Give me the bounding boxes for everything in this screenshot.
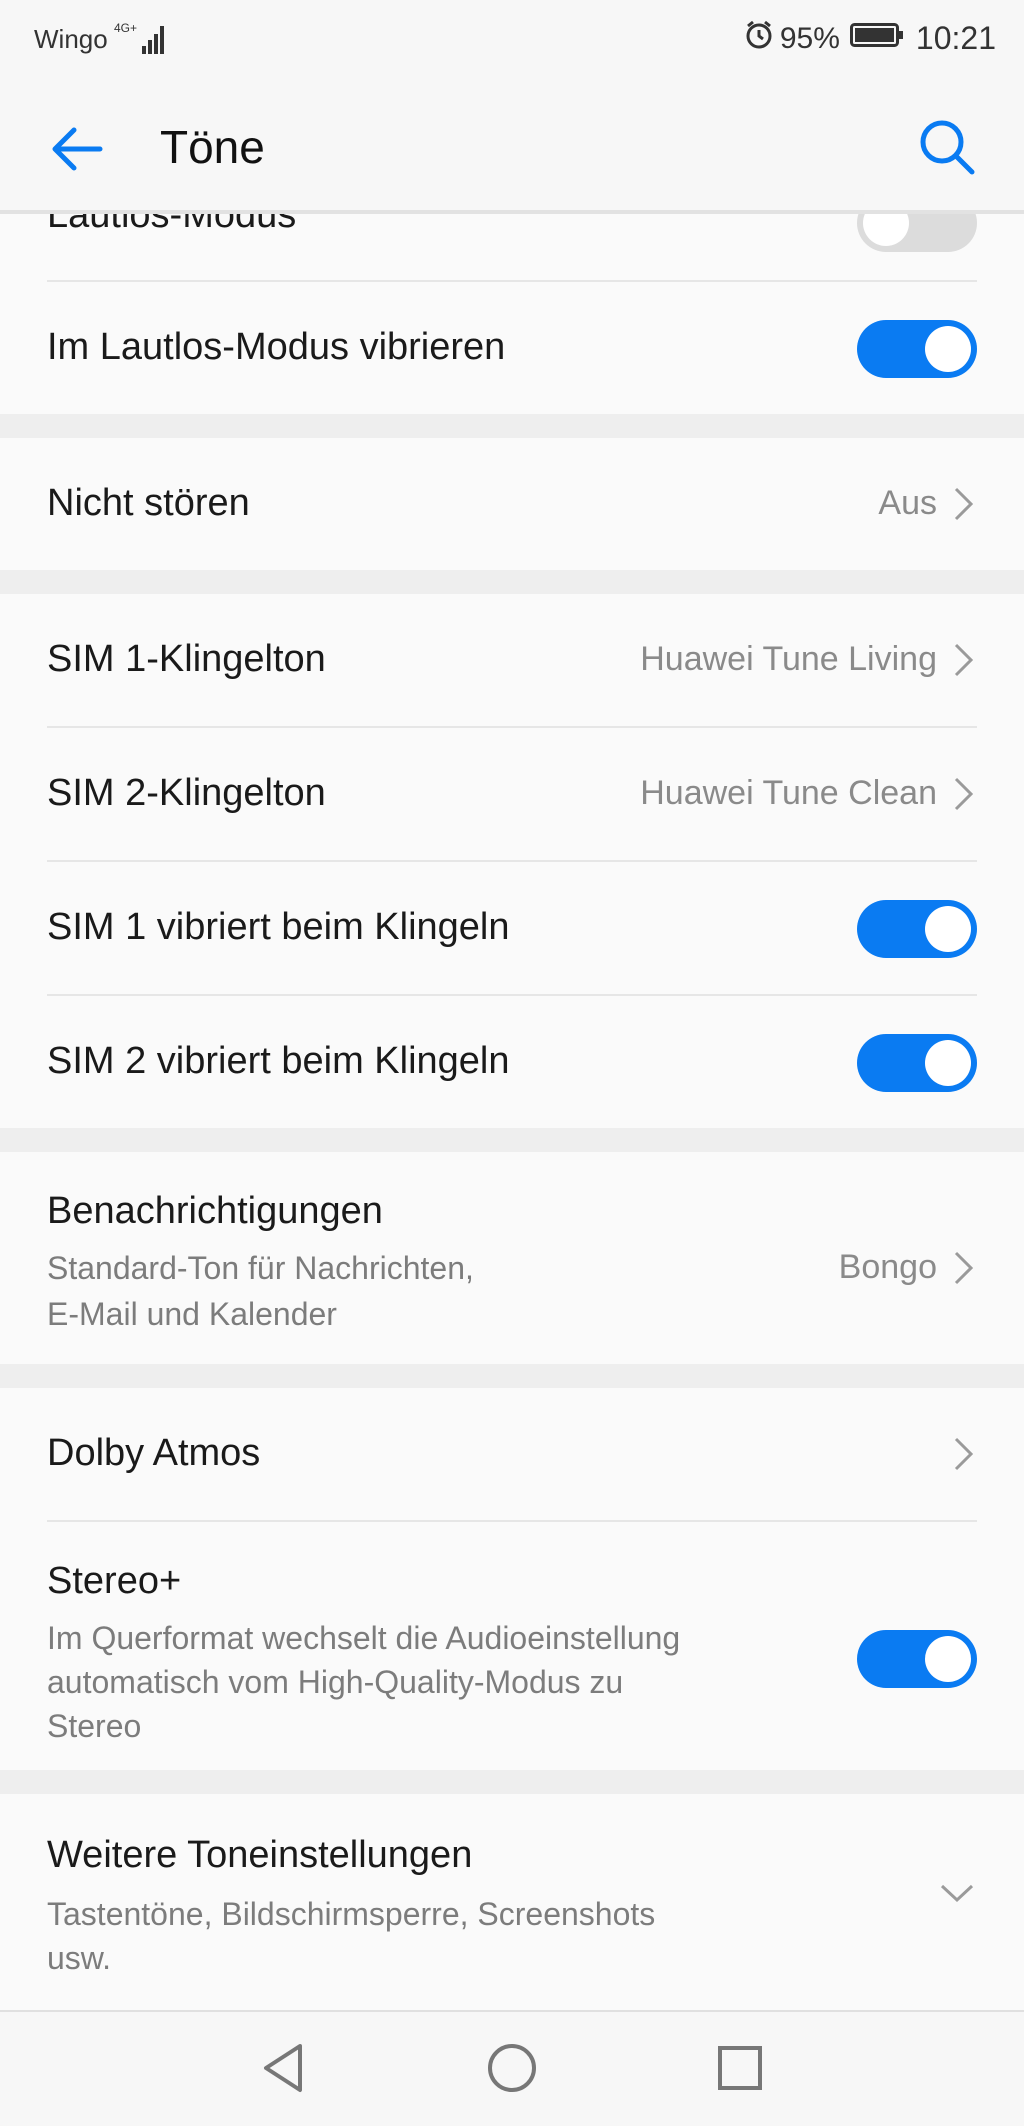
row-value: Aus: [878, 484, 937, 522]
row-label: Dolby Atmos: [47, 1432, 261, 1474]
settings-list: Lautlos-Modus Im Lautlos-Modus vibrieren…: [0, 210, 1024, 2016]
search-icon: [920, 120, 975, 175]
row-label: Stereo+: [47, 1560, 182, 1602]
alarm-icon: [744, 20, 774, 57]
search-button[interactable]: [916, 116, 978, 178]
navigation-bar: [0, 2010, 1024, 2126]
network-type: 4G+: [114, 21, 137, 35]
row-value: Huawei Tune Living: [640, 640, 937, 678]
row-value: Huawei Tune Clean: [640, 774, 937, 812]
toggle-knob: [925, 906, 971, 952]
row-label: SIM 1-Klingelton: [47, 638, 326, 680]
row-stereo-plus[interactable]: Stereo+ Im Querformat wechselt die Audio…: [47, 1522, 977, 1770]
row-sublabel: Stereo: [47, 1708, 142, 1744]
status-right: 95% 10:21: [744, 20, 996, 57]
group-more: Weitere Toneinstellungen Tastentöne, Bil…: [0, 1794, 1024, 2016]
section-gap: [0, 570, 1024, 594]
group-dnd: Nicht stören Aus: [0, 438, 1024, 570]
group-sim: SIM 1-Klingelton Huawei Tune Living SIM …: [0, 594, 1024, 1128]
battery-icon: [849, 21, 904, 56]
chevron-right-icon: [954, 1437, 974, 1471]
row-sublabel: Tastentöne, Bildschirmsperre, Screenshot…: [47, 1896, 656, 1932]
sim2-vibrate-toggle[interactable]: [857, 1034, 977, 1092]
row-sublabel: E-Mail und Kalender: [47, 1296, 337, 1332]
row-silent-mode[interactable]: Lautlos-Modus: [47, 210, 977, 282]
toggle-knob: [925, 326, 971, 372]
page-title: Töne: [160, 121, 265, 173]
row-notifications[interactable]: Benachrichtigungen Standard-Ton für Nach…: [47, 1152, 977, 1364]
arrow-left-icon: [52, 127, 103, 171]
row-label: SIM 2-Klingelton: [47, 772, 326, 814]
stereo-plus-toggle[interactable]: [857, 1630, 977, 1688]
row-sim2-vibrate[interactable]: SIM 2 vibriert beim Klingeln: [47, 996, 977, 1128]
chevron-right-icon: [954, 643, 974, 677]
row-label: Im Lautlos-Modus vibrieren: [47, 326, 506, 368]
sim1-vibrate-toggle[interactable]: [857, 900, 977, 958]
toggle-knob: [925, 1636, 971, 1682]
chevron-right-icon: [954, 487, 974, 521]
row-label: Benachrichtigungen: [47, 1190, 383, 1232]
section-gap: [0, 1364, 1024, 1388]
status-bar: Wingo 4G+ 95% 10:21: [0, 0, 1024, 80]
row-sublabel: automatisch vom High-Quality-Modus zu: [47, 1664, 624, 1700]
row-vibrate-silent[interactable]: Im Lautlos-Modus vibrieren: [47, 282, 977, 414]
toggle-knob: [925, 1040, 971, 1086]
nav-back-button[interactable]: [252, 2036, 316, 2100]
square-recents-icon: [718, 2046, 762, 2090]
row-sim1-vibrate[interactable]: SIM 1 vibriert beim Klingeln: [47, 862, 977, 996]
row-label: SIM 1 vibriert beim Klingeln: [47, 906, 510, 948]
row-label: Nicht stören: [47, 482, 250, 524]
row-value: Bongo: [838, 1248, 937, 1286]
row-sublabel: Standard-Ton für Nachrichten,: [47, 1250, 474, 1286]
vibrate-silent-toggle[interactable]: [857, 320, 977, 378]
group-audio: Dolby Atmos Stereo+ Im Querformat wechse…: [0, 1388, 1024, 1770]
nav-home-button[interactable]: [480, 2036, 544, 2100]
chevron-down-icon[interactable]: [937, 1880, 977, 1906]
silent-mode-toggle[interactable]: [857, 210, 977, 252]
nav-recents-button[interactable]: [708, 2036, 772, 2100]
section-gap: [0, 414, 1024, 438]
triangle-back-icon: [264, 2044, 302, 2092]
row-dolby-atmos[interactable]: Dolby Atmos: [47, 1388, 977, 1522]
section-gap: [0, 1770, 1024, 1794]
chevron-right-icon: [954, 777, 974, 811]
row-sim1-ringtone[interactable]: SIM 1-Klingelton Huawei Tune Living: [47, 594, 977, 728]
back-button[interactable]: [44, 116, 110, 182]
group-silent: Lautlos-Modus Im Lautlos-Modus vibrieren: [0, 210, 1024, 414]
row-label: Weitere Toneinstellungen: [47, 1834, 473, 1876]
row-sim2-ringtone[interactable]: SIM 2-Klingelton Huawei Tune Clean: [47, 728, 977, 862]
row-sublabel: Im Querformat wechselt die Audioeinstell…: [47, 1620, 681, 1656]
row-label: SIM 2 vibriert beim Klingeln: [47, 1040, 510, 1082]
carrier-name: Wingo: [34, 24, 108, 54]
signal-icon: 4G+: [114, 18, 168, 65]
chevron-right-icon: [954, 1251, 974, 1285]
app-bar: Töne: [0, 80, 1024, 214]
group-notifications: Benachrichtigungen Standard-Ton für Nach…: [0, 1152, 1024, 1364]
section-gap: [0, 1128, 1024, 1152]
clock: 10:21: [915, 20, 996, 56]
row-label: Lautlos-Modus: [47, 210, 297, 236]
toggle-knob: [863, 210, 909, 246]
row-sublabel: usw.: [47, 1940, 112, 1976]
battery-percent: 95%: [779, 21, 840, 55]
row-more-sound-settings[interactable]: Weitere Toneinstellungen Tastentöne, Bil…: [47, 1794, 977, 2016]
circle-home-icon: [488, 2044, 536, 2092]
row-do-not-disturb[interactable]: Nicht stören Aus: [47, 438, 977, 570]
